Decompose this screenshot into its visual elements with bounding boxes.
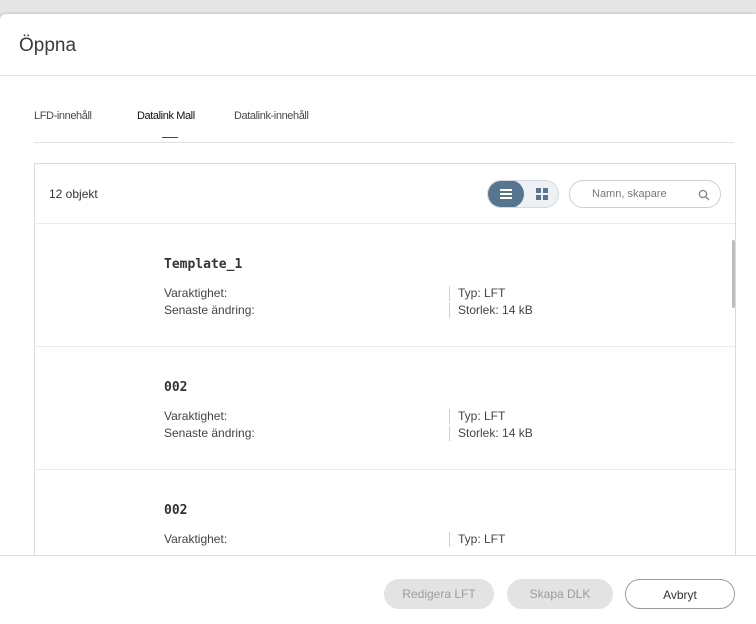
- item-duration: Varaktighet:: [164, 409, 228, 423]
- create-dlk-button[interactable]: Skapa DLK: [507, 579, 613, 609]
- footer-divider: [0, 555, 756, 556]
- template-list: Template_1 Varaktighet: Senaste ändring:…: [35, 224, 735, 556]
- panel-toolbar: 12 objekt: [35, 164, 735, 224]
- item-name: Template_1: [164, 257, 243, 272]
- tab-datalink-template[interactable]: Datalink Mall: [137, 110, 195, 122]
- search-box: [569, 180, 721, 208]
- item-last-modified: Senaste ändring:: [164, 303, 255, 317]
- item-type: Typ: LFT: [449, 532, 505, 547]
- view-toggle: [487, 180, 559, 208]
- item-size: Storlek: 14 kB: [449, 303, 533, 318]
- list-item[interactable]: 002 Varaktighet: Senaste ändring: Typ: L…: [35, 347, 735, 470]
- list-view-button[interactable]: [488, 181, 524, 207]
- title-divider: [0, 75, 756, 76]
- tab-bar: LFD-innehåll Datalink Mall Datalink-inne…: [34, 104, 734, 143]
- item-last-modified: Senaste ändring:: [164, 426, 255, 440]
- dialog-title: Öppna: [19, 35, 77, 56]
- grid-view-button[interactable]: [525, 181, 558, 207]
- item-duration: Varaktighet:: [164, 532, 228, 546]
- item-name: 002: [164, 380, 188, 395]
- tab-datalink-content[interactable]: Datalink-innehåll: [234, 110, 309, 122]
- edit-lft-button[interactable]: Redigera LFT: [384, 579, 494, 609]
- list-item[interactable]: Template_1 Varaktighet: Senaste ändring:…: [35, 224, 735, 347]
- item-duration: Varaktighet:: [164, 286, 228, 300]
- item-name: 002: [164, 503, 188, 518]
- list-view-icon: [499, 189, 512, 199]
- active-tab-indicator: [162, 137, 178, 138]
- cancel-button[interactable]: Avbryt: [625, 579, 735, 609]
- list-item[interactable]: 002 Varaktighet: Typ: LFT: [35, 470, 735, 556]
- list-scrollbar[interactable]: [732, 240, 735, 308]
- item-count: 12 objekt: [49, 187, 98, 201]
- item-size: Storlek: 14 kB: [449, 426, 533, 441]
- search-input[interactable]: [592, 186, 692, 202]
- open-dialog: Öppna LFD-innehåll Datalink Mall Datalin…: [0, 14, 756, 624]
- item-type: Typ: LFT: [449, 286, 505, 301]
- tab-lfd-content[interactable]: LFD-innehåll: [34, 110, 92, 122]
- file-panel: 12 objekt Namn, skapare Template_1 Varak…: [34, 163, 736, 556]
- item-type: Typ: LFT: [449, 409, 505, 424]
- grid-view-icon: [536, 188, 548, 200]
- search-icon[interactable]: [698, 188, 710, 206]
